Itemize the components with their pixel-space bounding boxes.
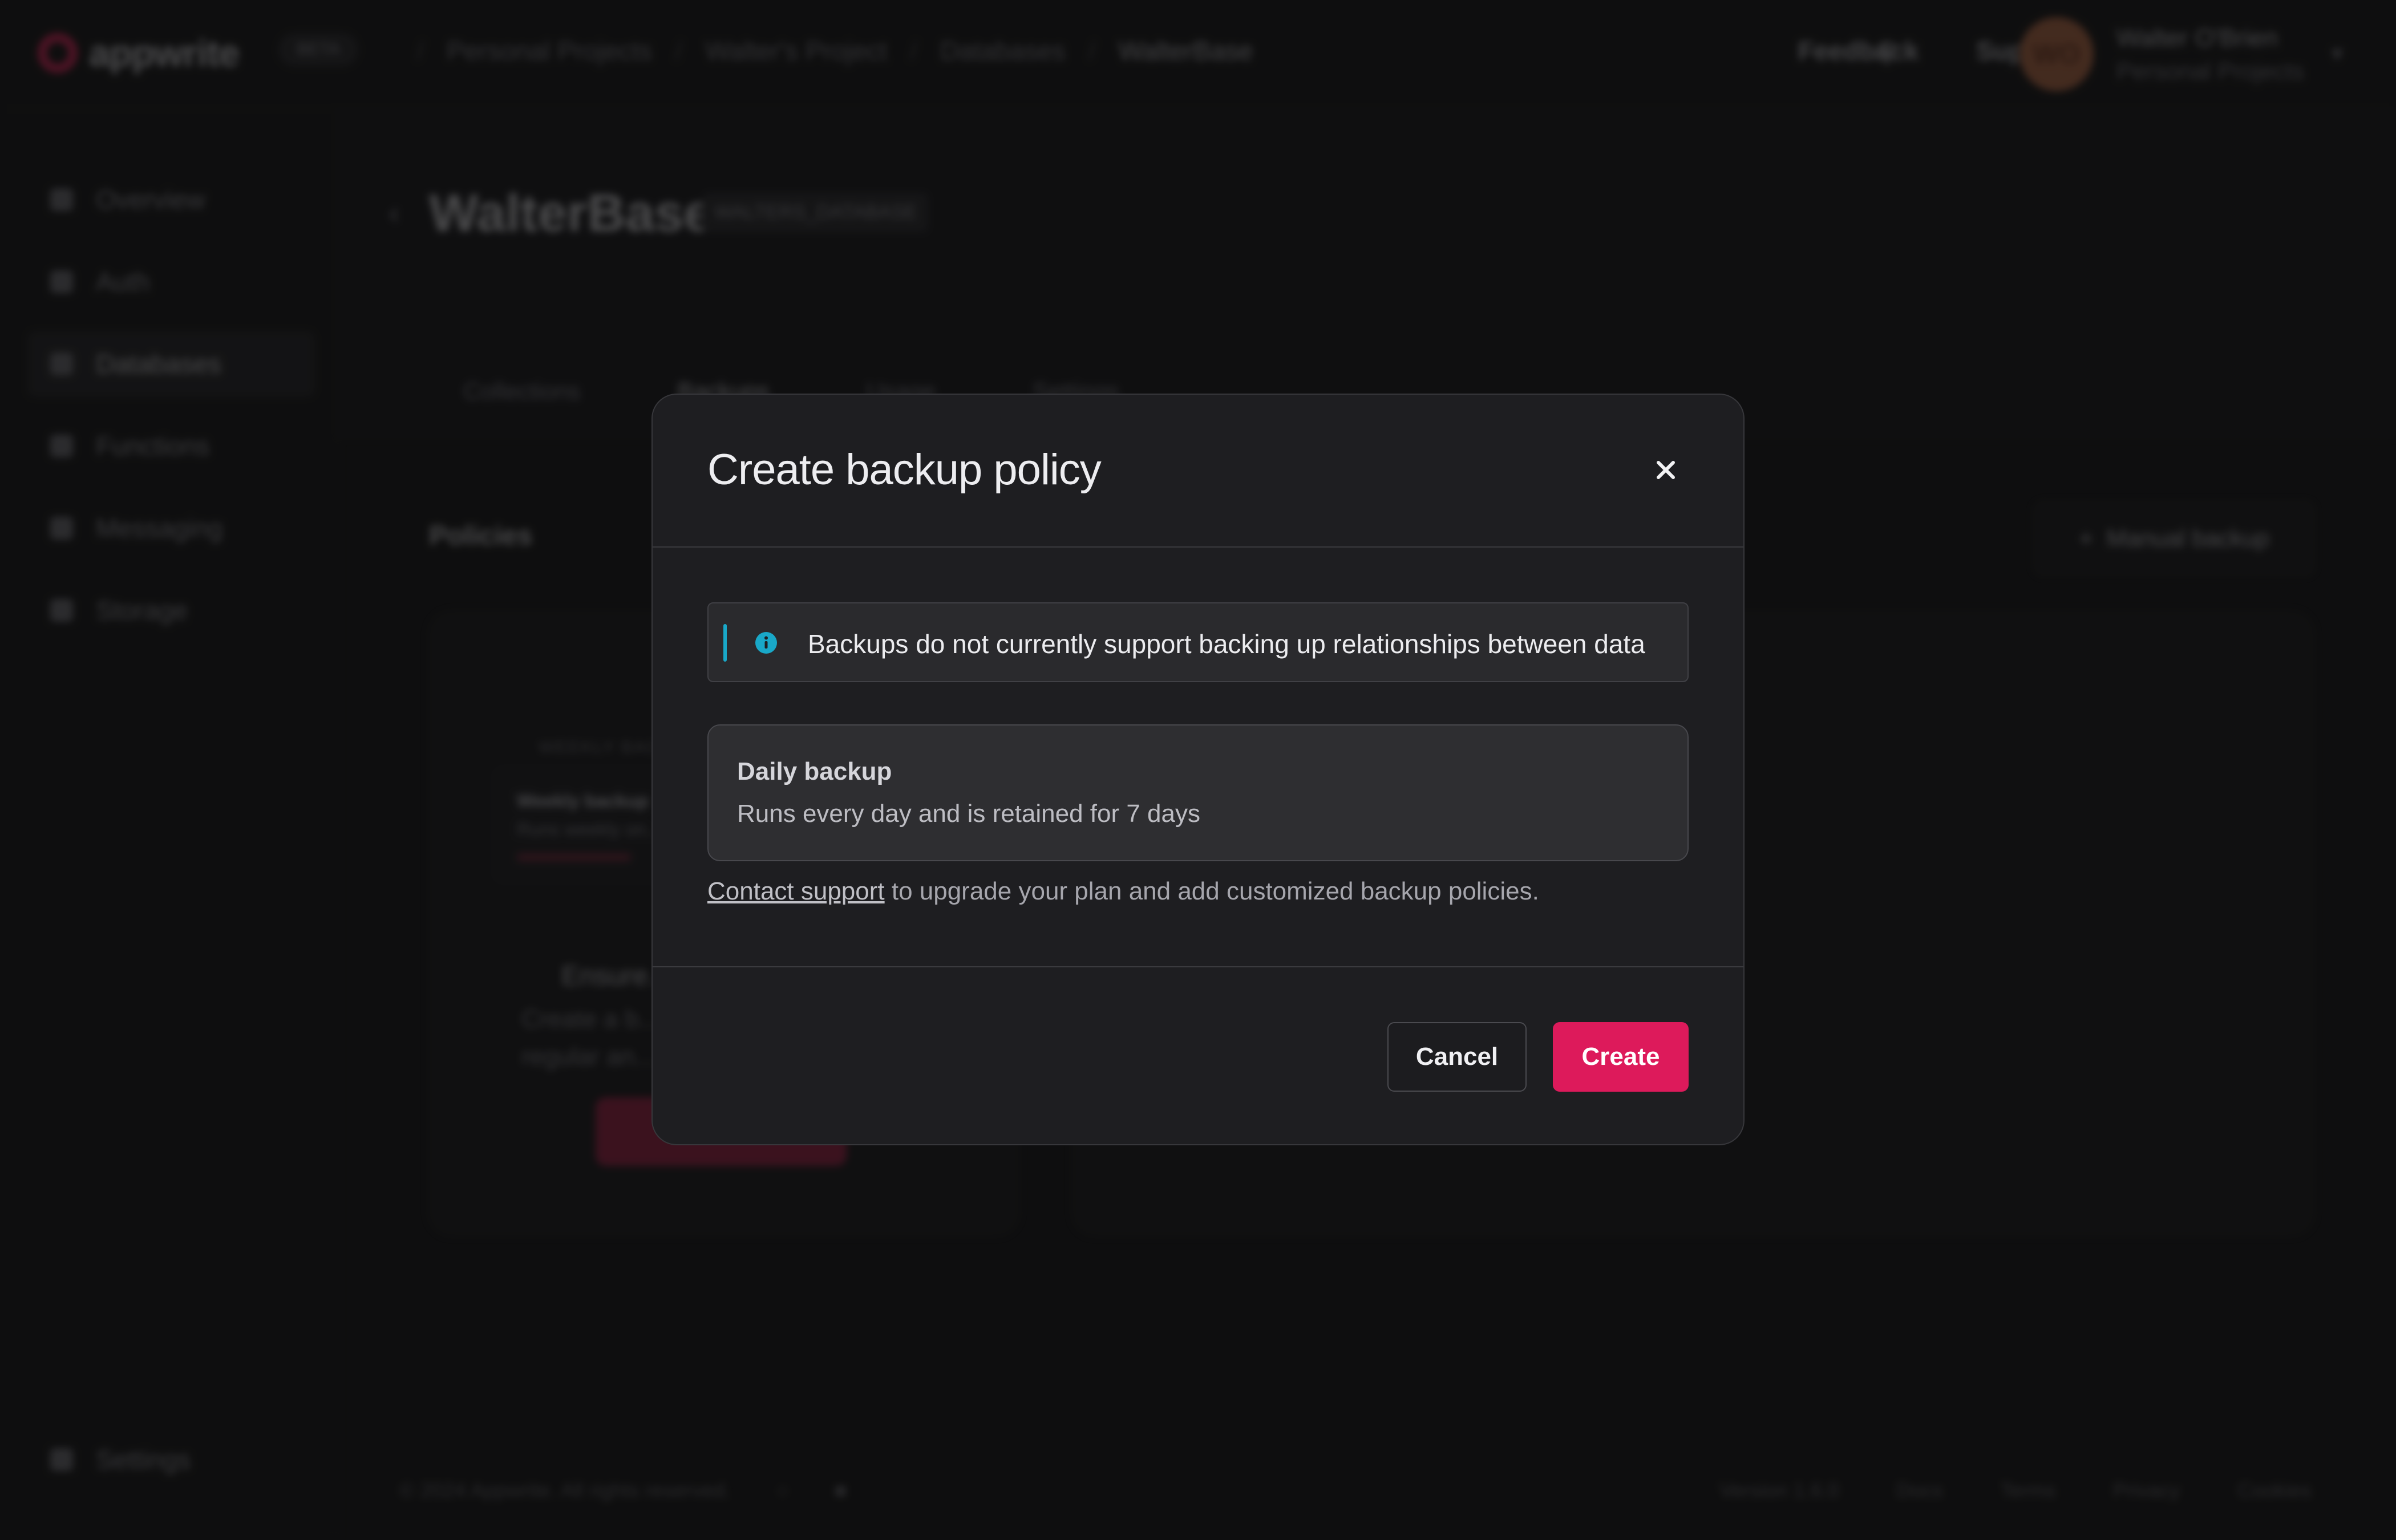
modal-title: Create backup policy xyxy=(707,445,1102,494)
policy-option-daily[interactable]: Daily backup Runs every day and is retai… xyxy=(707,724,1689,861)
create-backup-policy-modal: Create backup policy Backups do not curr… xyxy=(651,394,1745,1145)
divider xyxy=(653,966,1743,967)
create-button[interactable]: Create xyxy=(1553,1022,1689,1092)
cancel-button[interactable]: Cancel xyxy=(1387,1022,1527,1092)
modal-header: Create backup policy xyxy=(653,395,1743,548)
policy-title: Daily backup xyxy=(737,757,892,785)
contact-support-link[interactable]: Contact support xyxy=(707,877,885,905)
close-button[interactable] xyxy=(1648,452,1684,488)
close-icon xyxy=(1657,461,1675,479)
alert-accent-bar xyxy=(723,624,727,662)
upgrade-note-text: to upgrade your plan and add customized … xyxy=(884,877,1539,905)
info-icon xyxy=(755,632,777,654)
upgrade-note: Contact support to upgrade your plan and… xyxy=(707,877,1539,906)
alert-text: Backups do not currently support backing… xyxy=(808,629,1645,659)
policy-description: Runs every day and is retained for 7 day… xyxy=(737,800,1201,828)
info-alert: Backups do not currently support backing… xyxy=(707,602,1689,682)
